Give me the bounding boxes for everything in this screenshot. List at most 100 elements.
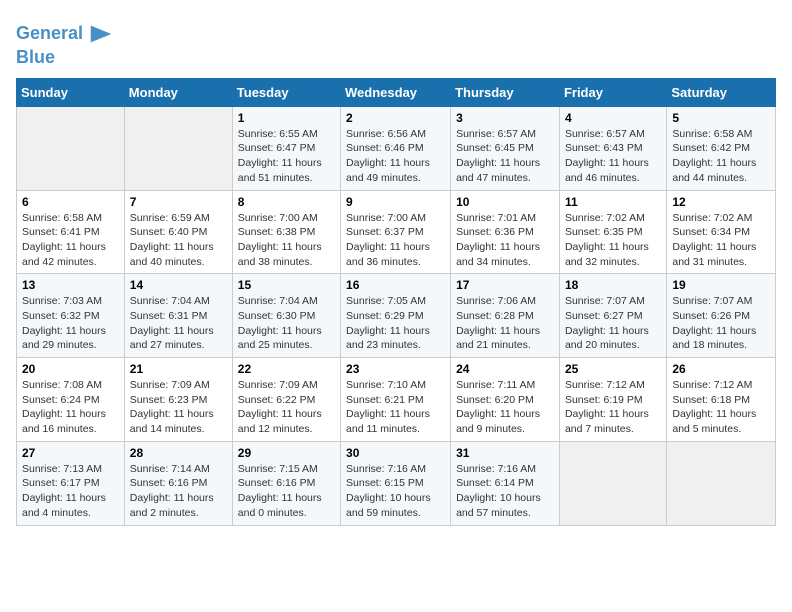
calendar-cell: 15 Sunrise: 7:04 AMSunset: 6:30 PMDayligh… <box>232 274 340 358</box>
calendar-cell: 24Sunrise: 7:11 AMSunset: 6:20 PMDayligh… <box>451 358 560 442</box>
calendar-week-2: 6Sunrise: 6:58 AMSunset: 6:41 PMDaylight… <box>17 190 776 274</box>
day-info: Sunrise: 7:12 AMSunset: 6:19 PMDaylight:… <box>565 378 661 437</box>
day-info: Sunrise: 6:57 AMSunset: 6:43 PMDaylight:… <box>565 127 661 186</box>
calendar-cell: 12 Sunrise: 7:02 AMSunset: 6:34 PMDayligh… <box>667 190 776 274</box>
header-cell-friday: Friday <box>559 78 666 106</box>
calendar-cell <box>667 441 776 525</box>
calendar-week-3: 13Sunrise: 7:03 AMSunset: 6:32 PMDayligh… <box>17 274 776 358</box>
day-info: Sunrise: 7:06 AMSunset: 6:28 PMDaylight:… <box>456 294 554 353</box>
calendar-cell <box>559 441 666 525</box>
day-number: 26 <box>672 362 770 376</box>
logo-icon <box>87 20 115 48</box>
day-info: Sunrise: 7:11 AMSunset: 6:20 PMDaylight:… <box>456 378 554 437</box>
calendar-cell: 7 Sunrise: 6:59 AMSunset: 6:40 PMDaylight… <box>124 190 232 274</box>
day-info: Sunrise: 7:08 AMSunset: 6:24 PMDaylight:… <box>22 378 119 437</box>
calendar-cell: 30Sunrise: 7:16 AMSunset: 6:15 PMDayligh… <box>341 441 451 525</box>
day-info: Sunrise: 7:10 AMSunset: 6:21 PMDaylight:… <box>346 378 445 437</box>
day-number: 7 <box>130 195 227 209</box>
day-info: Sunrise: 6:56 AMSunset: 6:46 PMDaylight:… <box>346 127 445 186</box>
day-info: Sunrise: 7:09 AMSunset: 6:23 PMDaylight:… <box>130 378 227 437</box>
calendar-cell: 4 Sunrise: 6:57 AMSunset: 6:43 PMDaylight… <box>559 106 666 190</box>
day-number: 6 <box>22 195 119 209</box>
day-number: 2 <box>346 111 445 125</box>
calendar-cell: 6Sunrise: 6:58 AMSunset: 6:41 PMDaylight… <box>17 190 125 274</box>
day-info: Sunrise: 7:07 AMSunset: 6:26 PMDaylight:… <box>672 294 770 353</box>
calendar-cell: 26 Sunrise: 7:12 AMSunset: 6:18 PMDayligh… <box>667 358 776 442</box>
day-info: Sunrise: 7:16 AMSunset: 6:15 PMDaylight:… <box>346 462 445 521</box>
day-number: 27 <box>22 446 119 460</box>
calendar-cell: 17Sunrise: 7:06 AMSunset: 6:28 PMDayligh… <box>451 274 560 358</box>
day-number: 22 <box>238 362 335 376</box>
day-number: 20 <box>22 362 119 376</box>
day-number: 23 <box>346 362 445 376</box>
day-info: Sunrise: 7:00 AMSunset: 6:37 PMDaylight:… <box>346 211 445 270</box>
header-cell-saturday: Saturday <box>667 78 776 106</box>
logo: General Blue <box>16 20 115 68</box>
calendar-cell: 14Sunrise: 7:04 AMSunset: 6:31 PMDayligh… <box>124 274 232 358</box>
day-number: 4 <box>565 111 661 125</box>
calendar-cell: 9Sunrise: 7:00 AMSunset: 6:37 PMDaylight… <box>341 190 451 274</box>
calendar-cell: 28Sunrise: 7:14 AMSunset: 6:16 PMDayligh… <box>124 441 232 525</box>
day-info: Sunrise: 6:59 AMSunset: 6:40 PMDaylight:… <box>130 211 227 270</box>
day-number: 19 <box>672 278 770 292</box>
calendar-cell: 21 Sunrise: 7:09 AMSunset: 6:23 PMDayligh… <box>124 358 232 442</box>
day-number: 28 <box>130 446 227 460</box>
calendar-cell: 11Sunrise: 7:02 AMSunset: 6:35 PMDayligh… <box>559 190 666 274</box>
day-number: 10 <box>456 195 554 209</box>
day-info: Sunrise: 7:07 AMSunset: 6:27 PMDaylight:… <box>565 294 661 353</box>
day-info: Sunrise: 7:13 AMSunset: 6:17 PMDaylight:… <box>22 462 119 521</box>
calendar-cell: 8 Sunrise: 7:00 AMSunset: 6:38 PMDaylight… <box>232 190 340 274</box>
day-info: Sunrise: 7:16 AMSunset: 6:14 PMDaylight:… <box>456 462 554 521</box>
day-number: 5 <box>672 111 770 125</box>
day-info: Sunrise: 7:04 AMSunset: 6:31 PMDaylight:… <box>130 294 227 353</box>
day-info: Sunrise: 7:00 AMSunset: 6:38 PMDaylight:… <box>238 211 335 270</box>
calendar-header: SundayMondayTuesdayWednesdayThursdayFrid… <box>17 78 776 106</box>
day-info: Sunrise: 7:12 AMSunset: 6:18 PMDaylight:… <box>672 378 770 437</box>
calendar-cell: 22 Sunrise: 7:09 AMSunset: 6:22 PMDayligh… <box>232 358 340 442</box>
day-number: 31 <box>456 446 554 460</box>
day-number: 21 <box>130 362 227 376</box>
calendar-cell: 2 Sunrise: 6:56 AMSunset: 6:46 PMDaylight… <box>341 106 451 190</box>
calendar-cell: 18Sunrise: 7:07 AMSunset: 6:27 PMDayligh… <box>559 274 666 358</box>
header-cell-monday: Monday <box>124 78 232 106</box>
calendar-cell: 23 Sunrise: 7:10 AMSunset: 6:21 PMDayligh… <box>341 358 451 442</box>
calendar-cell: 29Sunrise: 7:15 AMSunset: 6:16 PMDayligh… <box>232 441 340 525</box>
day-number: 8 <box>238 195 335 209</box>
day-info: Sunrise: 7:01 AMSunset: 6:36 PMDaylight:… <box>456 211 554 270</box>
day-number: 16 <box>346 278 445 292</box>
calendar-cell: 5 Sunrise: 6:58 AMSunset: 6:42 PMDaylight… <box>667 106 776 190</box>
day-number: 12 <box>672 195 770 209</box>
calendar-cell: 31 Sunrise: 7:16 AMSunset: 6:14 PMDayligh… <box>451 441 560 525</box>
day-number: 29 <box>238 446 335 460</box>
calendar-cell: 19 Sunrise: 7:07 AMSunset: 6:26 PMDayligh… <box>667 274 776 358</box>
day-number: 25 <box>565 362 661 376</box>
header-cell-tuesday: Tuesday <box>232 78 340 106</box>
header-row: SundayMondayTuesdayWednesdayThursdayFrid… <box>17 78 776 106</box>
calendar-cell <box>124 106 232 190</box>
calendar-week-4: 20 Sunrise: 7:08 AMSunset: 6:24 PMDayligh… <box>17 358 776 442</box>
day-info: Sunrise: 6:58 AMSunset: 6:42 PMDaylight:… <box>672 127 770 186</box>
day-info: Sunrise: 6:55 AMSunset: 6:47 PMDaylight:… <box>238 127 335 186</box>
header-cell-thursday: Thursday <box>451 78 560 106</box>
day-info: Sunrise: 7:03 AMSunset: 6:32 PMDaylight:… <box>22 294 119 353</box>
logo-text: General <box>16 24 83 44</box>
day-info: Sunrise: 6:57 AMSunset: 6:45 PMDaylight:… <box>456 127 554 186</box>
day-number: 1 <box>238 111 335 125</box>
page-header: General Blue <box>16 16 776 68</box>
calendar-week-1: 1 Sunrise: 6:55 AMSunset: 6:47 PMDaylight… <box>17 106 776 190</box>
calendar-cell: 13Sunrise: 7:03 AMSunset: 6:32 PMDayligh… <box>17 274 125 358</box>
day-info: Sunrise: 7:04 AMSunset: 6:30 PMDaylight:… <box>238 294 335 353</box>
calendar-cell: 27 Sunrise: 7:13 AMSunset: 6:17 PMDayligh… <box>17 441 125 525</box>
day-info: Sunrise: 7:02 AMSunset: 6:34 PMDaylight:… <box>672 211 770 270</box>
calendar-cell: 10 Sunrise: 7:01 AMSunset: 6:36 PMDayligh… <box>451 190 560 274</box>
day-number: 15 <box>238 278 335 292</box>
calendar-cell: 1 Sunrise: 6:55 AMSunset: 6:47 PMDaylight… <box>232 106 340 190</box>
day-number: 3 <box>456 111 554 125</box>
header-cell-wednesday: Wednesday <box>341 78 451 106</box>
calendar-table: SundayMondayTuesdayWednesdayThursdayFrid… <box>16 78 776 526</box>
day-info: Sunrise: 7:02 AMSunset: 6:35 PMDaylight:… <box>565 211 661 270</box>
calendar-cell: 20 Sunrise: 7:08 AMSunset: 6:24 PMDayligh… <box>17 358 125 442</box>
calendar-week-5: 27 Sunrise: 7:13 AMSunset: 6:17 PMDayligh… <box>17 441 776 525</box>
day-info: Sunrise: 7:09 AMSunset: 6:22 PMDaylight:… <box>238 378 335 437</box>
day-info: Sunrise: 7:05 AMSunset: 6:29 PMDaylight:… <box>346 294 445 353</box>
